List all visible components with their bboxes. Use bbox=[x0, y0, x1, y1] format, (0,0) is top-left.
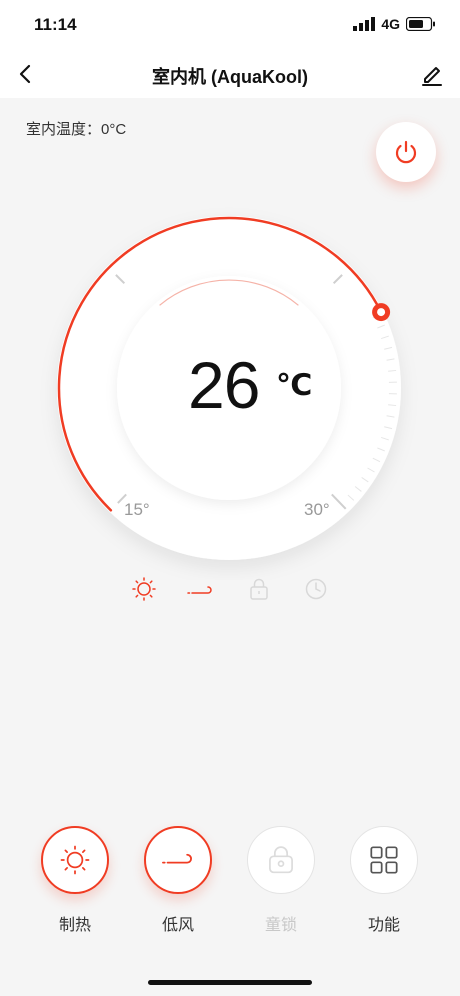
power-icon bbox=[395, 140, 417, 164]
battery-icon bbox=[406, 17, 435, 31]
status-indicators: 4G bbox=[353, 16, 436, 32]
mode-heat-label: 制热 bbox=[58, 917, 91, 934]
functions-control[interactable]: 功能 bbox=[349, 826, 419, 935]
fan-low-control[interactable]: 低风 bbox=[143, 826, 213, 935]
functions-label: 功能 bbox=[367, 917, 400, 934]
fan-low-button[interactable] bbox=[144, 826, 212, 894]
sun-icon bbox=[132, 577, 156, 601]
temperature-value: 26 bbox=[188, 348, 260, 422]
sun-icon bbox=[60, 845, 90, 875]
status-time: 11:14 bbox=[34, 15, 77, 34]
temperature-unit: ℃ bbox=[276, 369, 313, 402]
functions-button[interactable] bbox=[350, 826, 418, 894]
grid-icon bbox=[370, 846, 398, 874]
wind-icon bbox=[162, 853, 192, 864]
signal-icon bbox=[353, 17, 376, 31]
pencil-icon bbox=[422, 67, 442, 86]
child-lock-button[interactable] bbox=[247, 826, 315, 894]
fan-low-label: 低风 bbox=[161, 917, 194, 934]
mode-heat-button[interactable] bbox=[41, 826, 109, 894]
mode-heat-control[interactable]: 制热 bbox=[40, 826, 110, 935]
mode-status-row bbox=[0, 576, 460, 602]
child-lock-control[interactable]: 童锁 bbox=[246, 826, 316, 935]
edit-button[interactable] bbox=[418, 60, 446, 88]
lock-icon bbox=[269, 846, 293, 874]
indoor-temperature: 室内温度：0°C bbox=[26, 121, 127, 138]
wind-icon bbox=[187, 586, 212, 594]
top-nav: 室内机 (AquaKool) bbox=[0, 50, 460, 98]
lock-icon bbox=[250, 578, 268, 600]
clock-icon bbox=[305, 578, 327, 600]
network-type: 4G bbox=[381, 16, 400, 32]
power-button[interactable] bbox=[376, 122, 436, 182]
min-temperature-label: 15° bbox=[124, 500, 150, 519]
dial-knob[interactable] bbox=[372, 303, 391, 322]
control-bar: 制热 低风 童锁 功能 bbox=[0, 826, 460, 946]
page-title: 室内机 (AquaKool) bbox=[152, 67, 308, 87]
home-indicator[interactable] bbox=[148, 980, 312, 985]
status-bar: 11:14 4G bbox=[0, 0, 460, 50]
max-temperature-label: 30° bbox=[304, 500, 330, 519]
child-lock-label: 童锁 bbox=[264, 917, 297, 934]
